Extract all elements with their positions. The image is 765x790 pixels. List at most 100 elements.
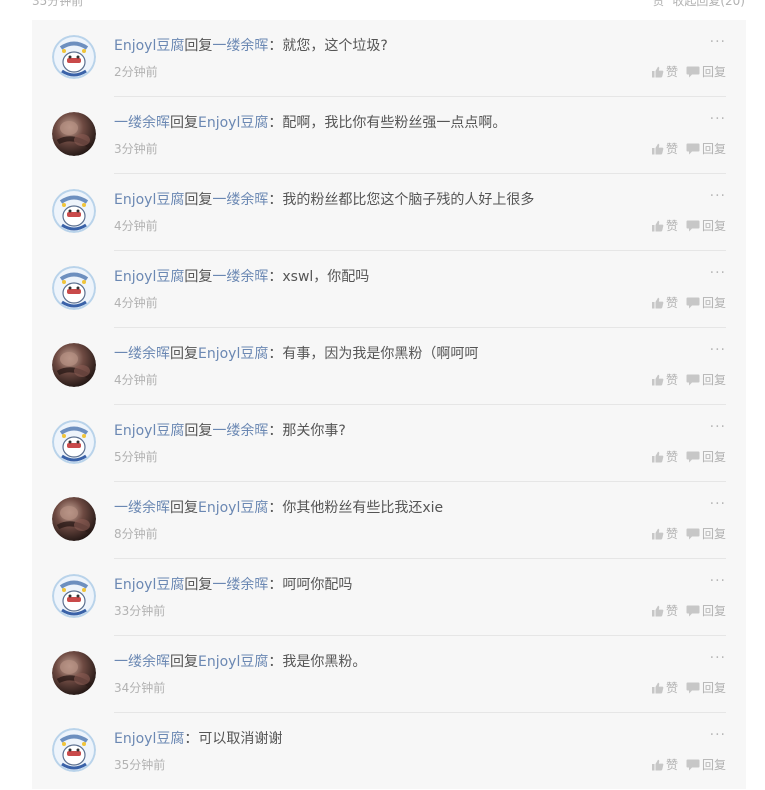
reply-target-link[interactable]: 一缕余晖 (212, 577, 268, 593)
reply-button[interactable]: 回复 (686, 140, 726, 157)
parent-comment-actions: 赞 收起回复(20) (652, 0, 745, 9)
reply-label: 回复 (701, 296, 726, 310)
reply-colon: ： (268, 577, 283, 593)
reply-author-link[interactable]: 一缕余晖 (114, 115, 170, 131)
comment-bubble-icon (686, 297, 700, 309)
reply-label: 回复 (701, 219, 726, 233)
parent-like-button[interactable]: 赞 (652, 0, 664, 9)
like-button[interactable]: 赞 (651, 217, 678, 234)
comment-bubble-icon (686, 682, 700, 694)
more-options-icon[interactable]: ··· (710, 496, 726, 512)
reply-to-word: 回复 (170, 654, 198, 670)
more-options-icon[interactable]: ··· (710, 419, 726, 435)
thumbs-up-icon (651, 605, 664, 617)
reply-time: 4分钟前 (114, 296, 158, 310)
reply-to-word: 回复 (184, 38, 213, 54)
reply-colon: ： (184, 731, 199, 747)
reply-actions: 赞 回复 (651, 679, 726, 696)
avatar-photo[interactable] (52, 651, 96, 695)
like-button[interactable]: 赞 (651, 679, 678, 696)
like-button[interactable]: 赞 (651, 140, 678, 157)
reply-text: Enjoyl豆腐回复一缕余晖：就您，这个垃圾? (114, 36, 388, 56)
reply-target-link[interactable]: 一缕余晖 (212, 423, 268, 439)
like-button[interactable]: 赞 (651, 602, 678, 619)
reply-author-link[interactable]: 一缕余晖 (114, 346, 170, 362)
avatar-sticker[interactable] (52, 574, 96, 618)
reply-time: 33分钟前 (114, 604, 166, 618)
more-options-icon[interactable]: ··· (710, 265, 726, 281)
reply-text: 一缕余晖回复Enjoyl豆腐：你其他粉丝有些比我还xie (114, 498, 443, 518)
reply-button[interactable]: 回复 (686, 525, 726, 542)
reply-to-word: 回复 (184, 192, 213, 208)
reply-label: 回复 (701, 681, 726, 695)
avatar-sticker[interactable] (52, 420, 96, 464)
reply-target-link[interactable]: 一缕余晖 (212, 38, 268, 54)
thumbs-up-icon (651, 759, 664, 771)
reply-item: 一缕余晖回复Enjoyl豆腐：你其他粉丝有些比我还xie 8分钟前 ··· 赞回复 (32, 482, 746, 559)
reply-target-link[interactable]: 一缕余晖 (212, 192, 268, 208)
like-label: 赞 (665, 296, 678, 310)
reply-author-link[interactable]: Enjoyl豆腐 (114, 269, 184, 285)
reply-to-word: 回复 (184, 423, 213, 439)
reply-label: 回复 (701, 142, 726, 156)
thumbs-up-icon (651, 451, 664, 463)
reply-colon: ： (268, 192, 283, 208)
reply-button[interactable]: 回复 (686, 371, 726, 388)
reply-author-link[interactable]: Enjoyl豆腐 (114, 731, 184, 747)
reply-author-link[interactable]: 一缕余晖 (114, 500, 170, 516)
avatar-sticker[interactable] (52, 728, 96, 772)
reply-button[interactable]: 回复 (686, 448, 726, 465)
reply-target-link[interactable]: Enjoyl豆腐 (198, 346, 268, 362)
reply-button[interactable]: 回复 (686, 217, 726, 234)
like-button[interactable]: 赞 (651, 63, 678, 80)
reply-target-link[interactable]: 一缕余晖 (212, 269, 268, 285)
reply-actions: 赞 回复 (651, 371, 726, 388)
reply-target-link[interactable]: Enjoyl豆腐 (198, 115, 268, 131)
reply-button[interactable]: 回复 (686, 602, 726, 619)
reply-author-link[interactable]: Enjoyl豆腐 (114, 38, 184, 54)
reply-button[interactable]: 回复 (686, 679, 726, 696)
avatar-sticker[interactable] (52, 189, 96, 233)
comment-bubble-icon (686, 451, 700, 463)
reply-button[interactable]: 回复 (686, 756, 726, 773)
like-button[interactable]: 赞 (651, 371, 678, 388)
reply-author-link[interactable]: 一缕余晖 (114, 654, 170, 670)
more-options-icon[interactable]: ··· (710, 573, 726, 589)
reply-content: 有事，因为我是你黑粉（啊呵呵 (282, 346, 479, 362)
like-button[interactable]: 赞 (651, 448, 678, 465)
avatar-photo[interactable] (52, 112, 96, 156)
reply-item: Enjoyl豆腐回复一缕余晖：那关你事? 5分钟前 ··· 赞回复 (32, 405, 746, 482)
more-options-icon[interactable]: ··· (710, 342, 726, 358)
collapse-replies-button[interactable]: 收起回复(20) (672, 0, 745, 9)
like-button[interactable]: 赞 (651, 525, 678, 542)
like-button[interactable]: 赞 (651, 756, 678, 773)
more-options-icon[interactable]: ··· (710, 650, 726, 666)
more-options-icon[interactable]: ··· (710, 727, 726, 743)
reply-button[interactable]: 回复 (686, 294, 726, 311)
reply-author-link[interactable]: Enjoyl豆腐 (114, 192, 184, 208)
reply-content: 我的粉丝都比您这个脑子残的人好上很多 (282, 192, 535, 208)
reply-author-link[interactable]: Enjoyl豆腐 (114, 423, 184, 439)
reply-target-link[interactable]: Enjoyl豆腐 (198, 654, 268, 670)
avatar-sticker[interactable] (52, 35, 96, 79)
reply-colon: ： (268, 654, 283, 670)
reply-item: Enjoyl豆腐：可以取消谢谢 35分钟前 ··· 赞 回复 (32, 713, 746, 790)
avatar-photo[interactable] (52, 497, 96, 541)
reply-author-link[interactable]: Enjoyl豆腐 (114, 577, 184, 593)
more-options-icon[interactable]: ··· (710, 111, 726, 127)
avatar-sticker[interactable] (52, 266, 96, 310)
like-label: 赞 (665, 65, 678, 79)
reply-time: 4分钟前 (114, 373, 158, 387)
comment-bubble-icon (686, 605, 700, 617)
like-label: 赞 (665, 373, 678, 387)
reply-button[interactable]: 回复 (686, 63, 726, 80)
reply-to-word: 回复 (170, 115, 198, 131)
more-options-icon[interactable]: ··· (710, 188, 726, 204)
more-options-icon[interactable]: ··· (710, 34, 726, 50)
reply-target-link[interactable]: Enjoyl豆腐 (198, 500, 268, 516)
like-button[interactable]: 赞 (651, 294, 678, 311)
comment-bubble-icon (686, 220, 700, 232)
avatar-photo[interactable] (52, 343, 96, 387)
reply-content: 我是你黑粉。 (282, 654, 367, 670)
parent-comment-time: 35分钟前 (32, 0, 84, 8)
